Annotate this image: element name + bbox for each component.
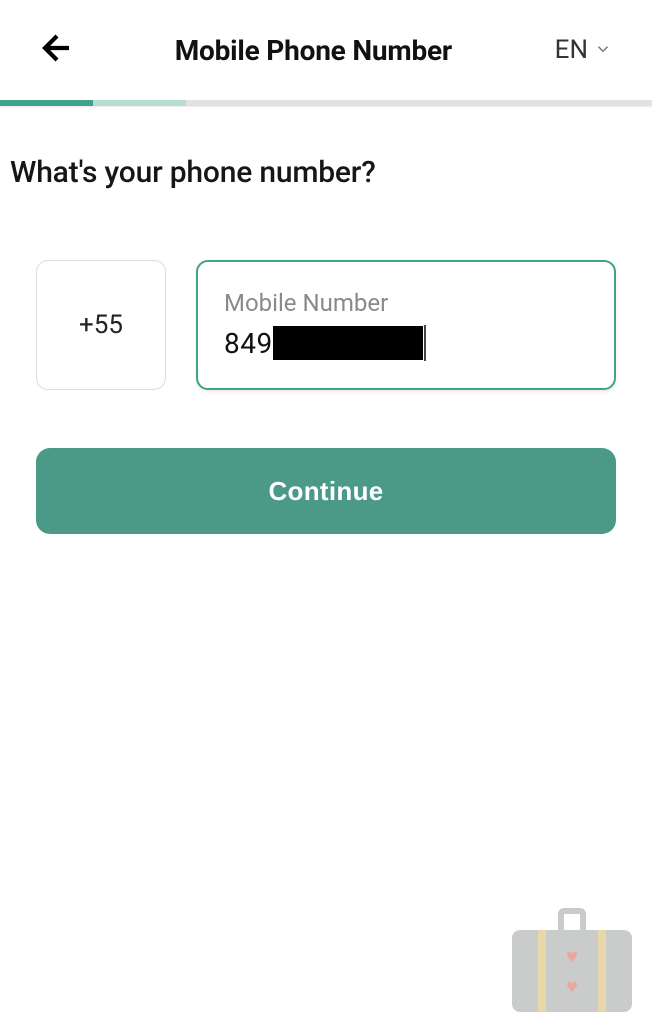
back-arrow-icon[interactable] [36,30,72,70]
mobile-number-input[interactable]: Mobile Number 849 [196,260,616,390]
progress-segment-inactive [373,100,466,106]
mobile-number-value: 849 [224,327,273,360]
redacted-block [273,326,423,360]
progress-segment-active [0,100,93,106]
progress-segment-inactive [186,100,279,106]
progress-segment-inactive [279,100,372,106]
text-cursor [424,325,426,361]
country-code-value: +55 [79,310,123,340]
page-title: Mobile Phone Number [175,34,452,67]
progress-segment-inactive [466,100,559,106]
continue-button[interactable]: Continue [36,448,616,534]
chevron-down-icon [594,35,612,65]
progress-segment-partial [93,100,186,106]
country-code-selector[interactable]: +55 [36,260,166,390]
progress-bar [0,100,652,106]
progress-segment-inactive [559,100,652,106]
language-selector[interactable]: EN [555,35,612,65]
mobile-number-label: Mobile Number [224,289,588,317]
language-label: EN [555,35,588,65]
heading: What's your phone number? [10,155,616,190]
suitcase-icon: ♥ ♥ [512,902,632,1012]
